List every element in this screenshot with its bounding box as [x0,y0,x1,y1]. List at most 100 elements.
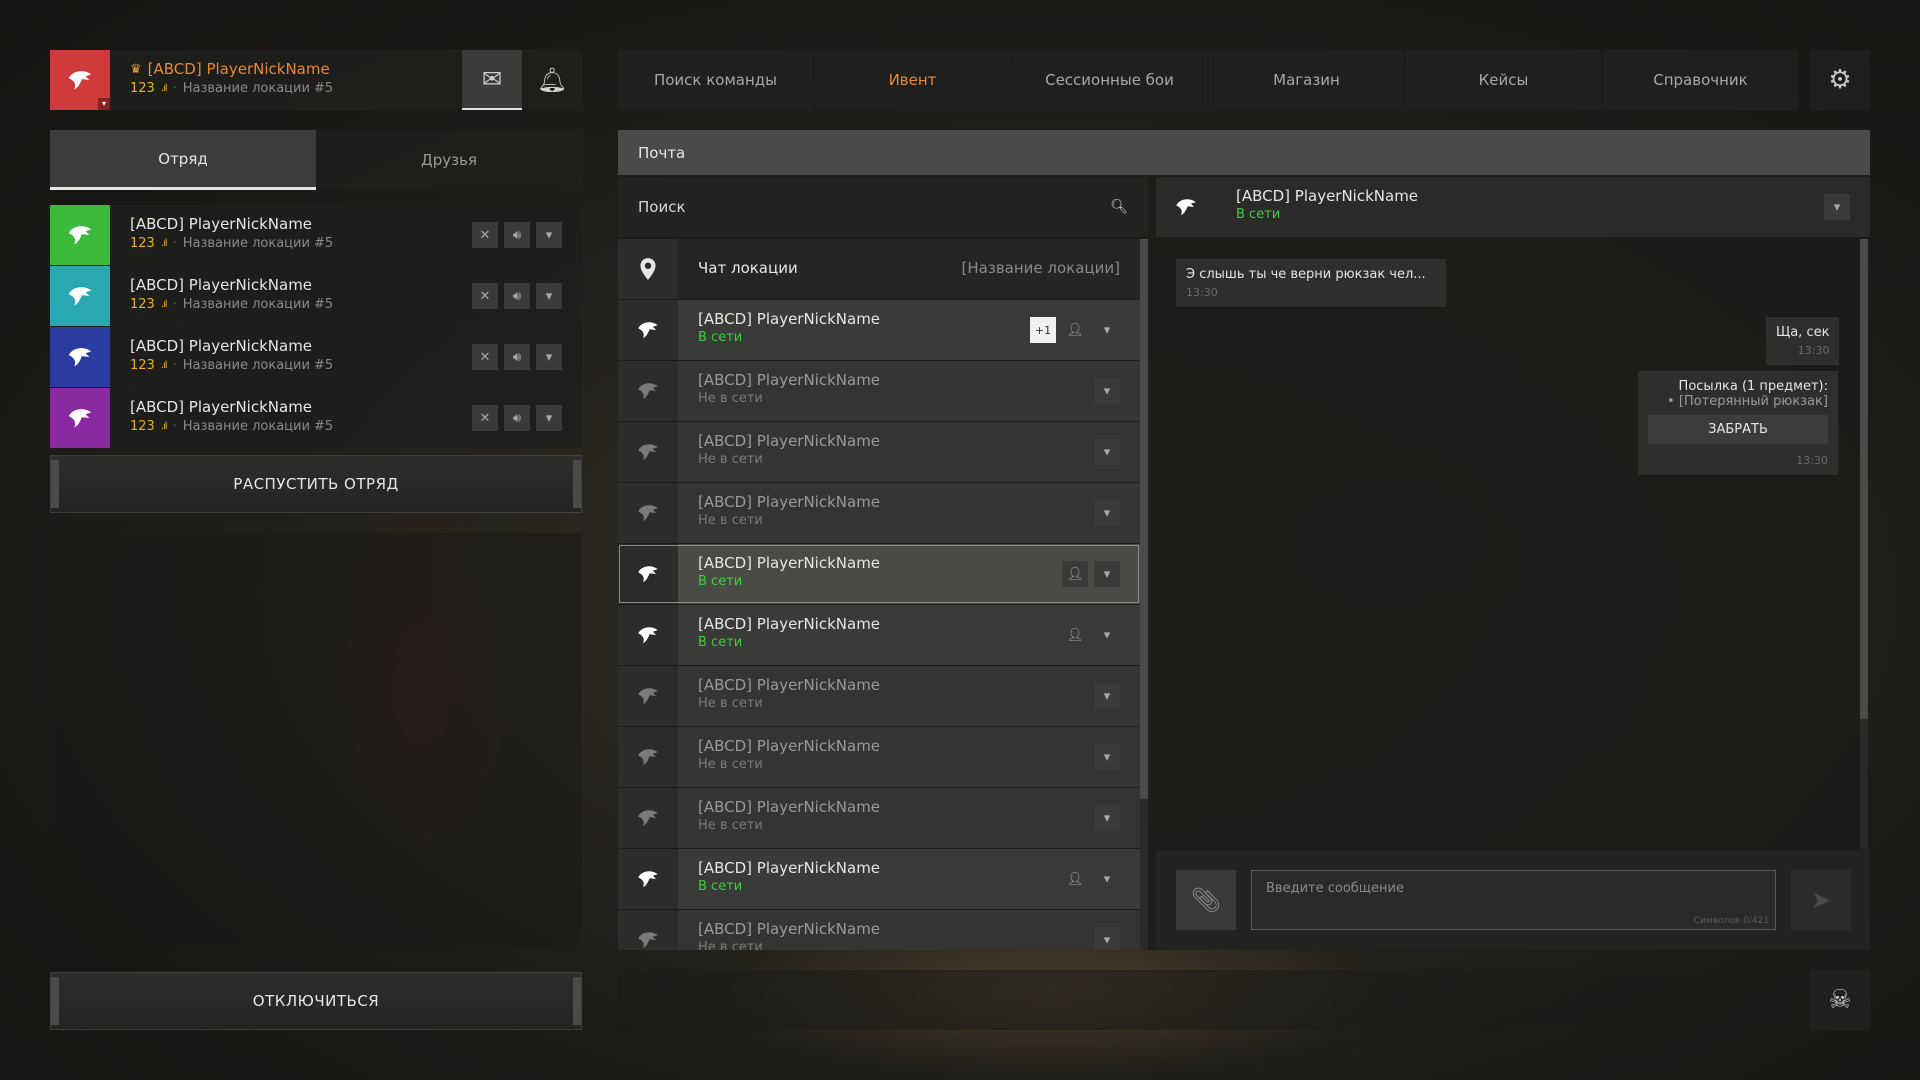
location-chat-row[interactable]: Чат локации [Название локации] [618,239,1140,299]
nav-cases[interactable]: Кейсы [1406,50,1601,110]
member-location: Название локации #5 [182,419,334,434]
contact-menu-button[interactable]: ▾ [1094,378,1120,404]
nav-team-search[interactable]: Поиск команды [618,50,813,110]
contact-name: [ABCD] PlayerNickName [698,554,881,572]
volume-button[interactable]: 🔊︎ [504,344,530,370]
location-chat-label: Чат локации [698,259,798,277]
friend-icon[interactable]: 👤︎ [1062,622,1088,648]
eagle-icon [638,383,658,400]
friend-icon[interactable]: 👤︎ [1062,561,1088,587]
contact-name: [ABCD] PlayerNickName [698,310,881,328]
unread-badge: +1 [1030,317,1056,343]
incoming-message: Э слышь ты че верни рюкзак чел... 13:30 [1176,259,1446,307]
squad-member[interactable]: [ABCD] PlayerNickName 123 .ıl · Название ло… [50,327,582,387]
chat-menu-button[interactable]: ▾ [1824,194,1850,220]
contact-row[interactable]: [ABCD] PlayerNickName Не в сети ▾ [618,910,1140,950]
send-icon: ➤ [1810,886,1832,914]
contact-menu-button[interactable]: ▾ [1094,927,1120,950]
disconnect-button[interactable]: ОТКЛЮЧИТЬСЯ [50,972,582,1030]
outgoing-message: Ща, сек 13:30 [1766,317,1840,365]
kick-button[interactable]: ✕ [472,344,498,370]
notifications-button[interactable]: 🔔︎ [522,50,582,110]
eagle-icon [638,627,658,644]
member-menu-button[interactable]: ▾ [536,222,562,248]
member-menu-button[interactable]: ▾ [536,344,562,370]
contact-row[interactable]: [ABCD] PlayerNickName В сети +1 👤︎ ▾ [618,300,1140,360]
contact-menu-button[interactable]: ▾ [1094,622,1120,648]
tab-friends[interactable]: Друзья [316,130,582,190]
send-button[interactable]: ➤ [1791,870,1851,930]
contact-name: [ABCD] PlayerNickName [698,371,881,389]
volume-button[interactable]: 🔊︎ [504,283,530,309]
kick-button[interactable]: ✕ [472,283,498,309]
volume-button[interactable]: 🔊︎ [504,222,530,248]
contact-row[interactable]: [ABCD] PlayerNickName Не в сети ▾ [618,788,1140,848]
squad-member[interactable]: [ABCD] PlayerNickName 123 .ıl · Название ло… [50,388,582,448]
eagle-icon [638,505,658,522]
chat-contact-name: [ABCD] PlayerNickName [1236,187,1419,205]
envelope-icon: ✉ [481,65,503,93]
chat-contact-status: В сети [1236,207,1281,222]
volume-button[interactable]: 🔊︎ [504,405,530,431]
pickup-button[interactable]: ЗАБРАТЬ [1648,415,1828,444]
contact-list-scrollbar[interactable] [1140,239,1148,950]
nav-event[interactable]: Ивент [815,50,1010,110]
member-level: 123 [130,358,155,373]
contact-menu-button[interactable]: ▾ [1094,439,1120,465]
contact-row[interactable]: [ABCD] PlayerNickName Не в сети ▾ [618,422,1140,482]
player-avatar[interactable]: ▾ [50,50,110,110]
contact-row[interactable]: [ABCD] PlayerNickName Не в сети ▾ [618,727,1140,787]
attach-button[interactable]: 📎︎ [1176,870,1236,930]
contact-menu-button[interactable]: ▾ [1094,683,1120,709]
message-text: Э слышь ты че верни рюкзак чел... [1186,267,1426,282]
nav-session-battles[interactable]: Сессионные бои [1012,50,1207,110]
kick-button[interactable]: ✕ [472,222,498,248]
search-input[interactable]: Поиск 🔍︎ [618,177,1148,237]
contact-list[interactable]: Чат локации [Название локации] [ABCD] Pl… [618,239,1140,950]
signal-icon: .ıl [160,83,168,94]
contact-row[interactable]: [ABCD] PlayerNickName Не в сети ▾ [618,361,1140,421]
player-name: [ABCD] PlayerNickName [147,60,330,78]
eagle-icon [638,688,658,705]
contact-menu-button[interactable]: ▾ [1094,317,1120,343]
settings-button[interactable]: ⚙ [1810,50,1870,110]
mail-button[interactable]: ✉ [462,50,522,110]
member-menu-button[interactable]: ▾ [536,405,562,431]
contact-status: В сети [698,574,743,589]
contact-name: [ABCD] PlayerNickName [698,432,881,450]
contact-menu-button[interactable]: ▾ [1094,500,1120,526]
nav-shop[interactable]: Магазин [1209,50,1404,110]
squad-list: [ABCD] PlayerNickName 123 .ıl · Название ло… [50,205,582,449]
eagle-icon [638,322,658,339]
message-input[interactable]: Введите сообщение Символов 0/421 [1251,870,1776,930]
contact-menu-button[interactable]: ▾ [1094,744,1120,770]
tab-squad[interactable]: Отряд [50,130,316,190]
squad-member[interactable]: [ABCD] PlayerNickName 123 .ıl · Название ло… [50,266,582,326]
contact-row[interactable]: [ABCD] PlayerNickName В сети 👤︎ ▾ [618,849,1140,909]
squad-member[interactable]: [ABCD] PlayerNickName 123 .ıl · Название ло… [50,205,582,265]
avatar-dropdown-icon[interactable]: ▾ [98,98,110,110]
char-counter: Символов 0/421 [1693,916,1769,926]
contact-row[interactable]: [ABCD] PlayerNickName В сети 👤︎ ▾ [618,605,1140,665]
message-time: 13:30 [1797,344,1830,357]
member-name: [ABCD] PlayerNickName [130,337,313,355]
contact-row[interactable]: [ABCD] PlayerNickName Не в сети ▾ [618,483,1140,543]
member-menu-button[interactable]: ▾ [536,283,562,309]
location-pin-icon [618,239,678,299]
contact-menu-button[interactable]: ▾ [1094,561,1120,587]
skull-button[interactable]: ☠ [1810,970,1870,1030]
contact-name: [ABCD] PlayerNickName [698,737,881,755]
contact-row[interactable]: [ABCD] PlayerNickName Не в сети ▾ [618,666,1140,726]
search-icon[interactable]: 🔍︎ [1110,199,1128,215]
kick-button[interactable]: ✕ [472,405,498,431]
friend-icon[interactable]: 👤︎ [1062,317,1088,343]
player-location: Название локации #5 [182,81,334,96]
chat-messages: Э слышь ты че верни рюкзак чел... 13:30 … [1156,239,1860,849]
chat-scrollbar[interactable] [1860,239,1868,849]
nav-reference[interactable]: Справочник [1603,50,1798,110]
contact-menu-button[interactable]: ▾ [1094,805,1120,831]
disband-squad-button[interactable]: РАСПУСТИТЬ ОТРЯД [50,455,582,513]
contact-menu-button[interactable]: ▾ [1094,866,1120,892]
contact-row-selected[interactable]: [ABCD] PlayerNickName В сети 👤︎ ▾ [618,544,1140,604]
friend-icon[interactable]: 👤︎ [1062,866,1088,892]
